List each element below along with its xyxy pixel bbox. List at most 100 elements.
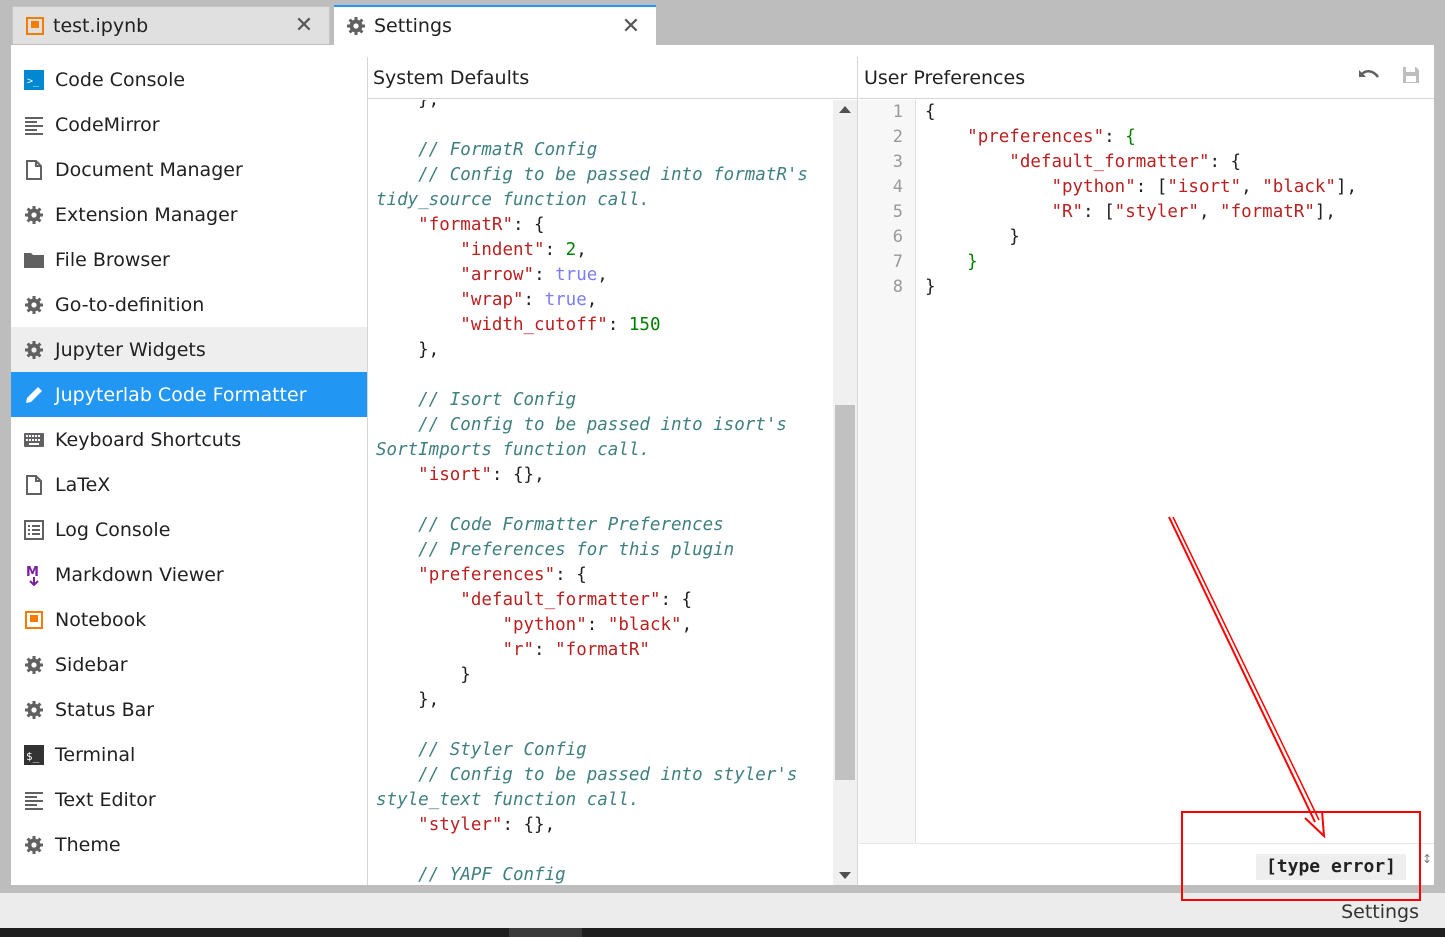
document-icon	[23, 474, 45, 496]
code-comment: // FormatR Config	[376, 140, 598, 160]
code-line: }	[967, 252, 978, 272]
code-line: "r": "formatR"	[502, 640, 650, 660]
sidebar-item-jupyterlab-code-formatter[interactable]: Jupyterlab Code Formatter	[11, 372, 367, 417]
close-icon[interactable]: ✕	[616, 14, 646, 39]
user-preferences-editor[interactable]: { "preferences": { "default_formatter": …	[917, 100, 1434, 843]
resize-arrows-icon[interactable]: ↕	[1422, 852, 1432, 866]
code-line: }	[925, 277, 936, 297]
gear-icon	[23, 294, 45, 316]
code-line: },	[376, 100, 440, 110]
taskbar-handle	[509, 928, 582, 937]
sidebar-item-code-console[interactable]: >_ Code Console	[11, 57, 367, 102]
sidebar-item-keyboard-shortcuts[interactable]: Keyboard Shortcuts	[11, 417, 367, 462]
sidebar-item-terminal[interactable]: $_ Terminal	[11, 732, 367, 777]
notebook-icon	[25, 16, 45, 36]
sidebar-item-status-bar[interactable]: Status Bar	[11, 687, 367, 732]
code-line: }	[925, 227, 1020, 247]
document-icon	[23, 159, 45, 181]
sidebar-item-label: Extension Manager	[55, 203, 238, 226]
sidebar-item-label: Notebook	[55, 608, 147, 631]
sidebar-item-label: Status Bar	[55, 698, 155, 721]
code-comment: // YAPF Config	[376, 865, 566, 885]
code-line: "preferences": {	[418, 565, 587, 585]
sidebar-item-sidebar[interactable]: Sidebar	[11, 642, 367, 687]
sidebar-item-file-browser[interactable]: File Browser	[11, 237, 367, 282]
save-icon[interactable]	[1402, 66, 1420, 89]
system-defaults-panel: System Defaults }, // FormatR Config // …	[368, 57, 858, 885]
taskbar-edge	[0, 928, 1445, 937]
code-comment: // Config to be passed into styler's	[376, 765, 798, 785]
code-line: "wrap": true,	[460, 290, 598, 310]
gear-icon	[23, 699, 45, 721]
code-line: {	[925, 102, 936, 122]
scrollbar-thumb[interactable]	[835, 405, 855, 780]
sidebar-item-document-manager[interactable]: Document Manager	[11, 147, 367, 192]
vertical-scrollbar[interactable]	[833, 100, 857, 885]
code-line: "default_formatter": {	[1009, 152, 1242, 172]
sidebar-item-label: Theme	[55, 833, 121, 856]
tab-settings[interactable]: Settings ✕	[334, 5, 656, 45]
code-comment: style_text function call.	[376, 790, 640, 810]
status-bar-label: Settings	[1341, 901, 1419, 923]
code-comment: // Config to be passed into formatR's	[376, 165, 808, 185]
pencil-icon	[23, 384, 45, 406]
code-line: "indent": 2,	[460, 240, 587, 260]
sidebar-item-extension-manager[interactable]: Extension Manager	[11, 192, 367, 237]
tab-label: Settings	[374, 15, 452, 37]
line-number: 5	[892, 202, 903, 222]
code-line: }	[376, 665, 471, 685]
tab-bar: test.ipynb ✕ Settings ✕	[0, 0, 1445, 45]
sidebar-item-theme[interactable]: Theme	[11, 822, 367, 867]
sidebar-item-codemirror[interactable]: CodeMirror	[11, 102, 367, 147]
sidebar-item-go-to-definition[interactable]: Go-to-definition	[11, 282, 367, 327]
line-number: 3	[892, 152, 903, 172]
sidebar-item-text-editor[interactable]: Text Editor	[11, 777, 367, 822]
text-lines-icon	[23, 789, 45, 811]
tab-test-ipynb[interactable]: test.ipynb ✕	[12, 6, 330, 44]
line-number: 7	[892, 252, 903, 272]
code-line: },	[376, 340, 440, 360]
folder-icon	[23, 249, 45, 271]
annotation-highlight-box	[1181, 811, 1421, 901]
code-comment: // Styler Config	[376, 740, 587, 760]
code-line: "preferences": {	[967, 127, 1136, 147]
sidebar-item-label: Jupyter Widgets	[55, 338, 206, 361]
sidebar-item-label: CodeMirror	[55, 113, 160, 136]
keyboard-icon	[23, 429, 45, 451]
sidebar-item-label: Terminal	[55, 743, 136, 766]
toolbar	[1358, 66, 1420, 89]
scroll-down-icon[interactable]	[839, 872, 851, 879]
sidebar-item-markdown-viewer[interactable]: M Markdown Viewer	[11, 552, 367, 597]
svg-text:M: M	[26, 565, 39, 580]
sidebar-item-jupyter-widgets[interactable]: Jupyter Widgets	[11, 327, 367, 372]
svg-text:$_: $_	[26, 750, 40, 763]
gear-icon	[23, 339, 45, 361]
sidebar-item-label: Document Manager	[55, 158, 243, 181]
gear-icon	[23, 654, 45, 676]
sidebar-item-label: Markdown Viewer	[55, 563, 224, 586]
scroll-up-icon[interactable]	[839, 106, 851, 113]
code-comment: SortImports function call.	[376, 440, 650, 460]
sidebar-item-log-console[interactable]: Log Console	[11, 507, 367, 552]
code-comment: // Isort Config	[376, 390, 577, 410]
tab-label: test.ipynb	[53, 14, 149, 37]
system-defaults-code[interactable]: }, // FormatR Config // Config to be pas…	[368, 100, 833, 885]
sidebar-item-latex[interactable]: LaTeX	[11, 462, 367, 507]
notebook-icon	[23, 609, 45, 631]
user-preferences-panel: User Preferences 1 2 3 4 5 6 7 8 { "pref…	[859, 57, 1434, 885]
line-number: 8	[892, 277, 903, 297]
sidebar-item-label: Text Editor	[55, 788, 156, 811]
code-line: "isort": {},	[418, 465, 545, 485]
undo-icon[interactable]	[1358, 67, 1380, 89]
code-line: "python": ["isort", "black"],	[1051, 177, 1358, 197]
code-comment: // Config to be passed into isort's	[376, 415, 787, 435]
sidebar-item-notebook[interactable]: Notebook	[11, 597, 367, 642]
close-icon[interactable]: ✕	[289, 13, 319, 38]
code-line: "python": "black",	[502, 615, 693, 635]
text-lines-icon	[23, 114, 45, 136]
